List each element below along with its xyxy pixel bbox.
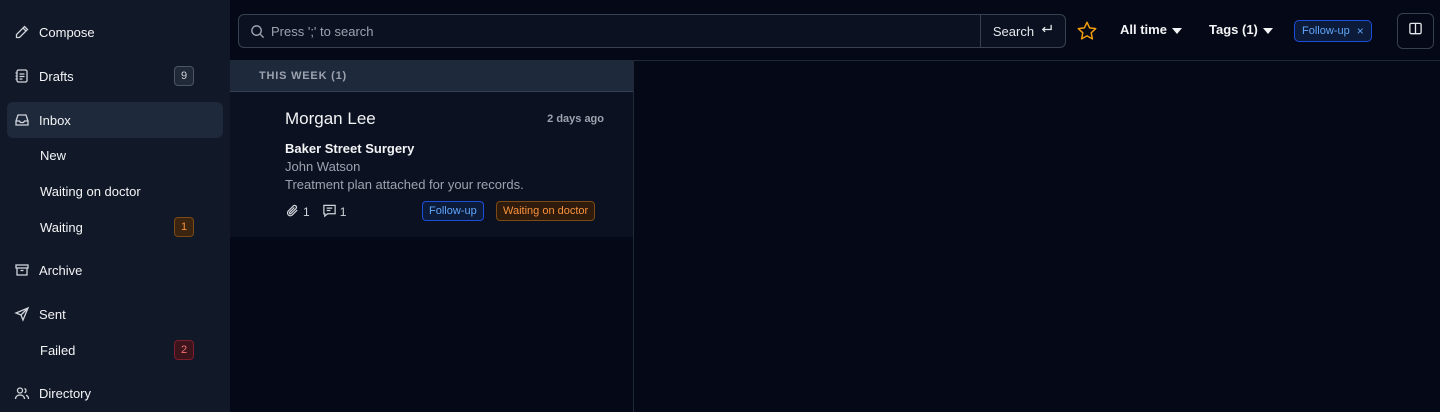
pencil-icon bbox=[14, 24, 30, 40]
sidebar-item-drafts[interactable]: Drafts 9 bbox=[7, 58, 223, 94]
sidebar-item-inbox[interactable]: Inbox bbox=[7, 102, 223, 138]
split-panel-icon bbox=[1408, 21, 1423, 41]
sidebar-item-label: Inbox bbox=[39, 112, 71, 128]
sidebar-item-new[interactable]: New bbox=[7, 137, 223, 173]
message-sender: Morgan Lee bbox=[285, 109, 376, 128]
tag-follow-up: Follow-up bbox=[422, 201, 484, 221]
paperclip-icon bbox=[285, 203, 300, 221]
list-item[interactable]: Morgan Lee 2 days ago Baker Street Surge… bbox=[230, 92, 633, 237]
search-input[interactable] bbox=[271, 15, 971, 47]
message-preview: Treatment plan attached for your records… bbox=[285, 177, 524, 192]
sidebar-item-label: Archive bbox=[39, 262, 83, 278]
search-button[interactable]: Search bbox=[980, 15, 1065, 47]
enter-key-icon bbox=[1040, 23, 1053, 39]
comment-count-value: 1 bbox=[339, 205, 347, 219]
waiting-count-badge: 1 bbox=[174, 217, 194, 237]
sidebar: Compose Drafts 9 Inbox New Waiting on do… bbox=[0, 0, 230, 412]
attachment-count: 1 bbox=[285, 203, 310, 221]
tags-filter-label: Tags (1) bbox=[1209, 22, 1258, 37]
sidebar-item-label: Directory bbox=[39, 385, 92, 401]
star-icon[interactable] bbox=[1076, 20, 1098, 42]
caret-down-icon bbox=[1262, 22, 1273, 37]
sidebar-item-label: Failed bbox=[40, 342, 76, 358]
drafts-icon bbox=[14, 68, 30, 84]
sidebar-item-directory[interactable]: Directory bbox=[7, 375, 223, 411]
sidebar-item-sent[interactable]: Sent bbox=[7, 296, 223, 332]
message-meta: 1 1 bbox=[285, 203, 358, 221]
comment-count: 1 bbox=[322, 203, 347, 221]
sidebar-item-failed[interactable]: Failed 2 bbox=[7, 332, 223, 368]
sidebar-item-waiting-on-doctor[interactable]: Waiting on doctor bbox=[7, 173, 223, 209]
search-box: Search bbox=[238, 14, 1066, 48]
toggle-panel-button[interactable] bbox=[1397, 13, 1434, 49]
sidebar-item-label: Waiting bbox=[40, 219, 83, 235]
archive-icon bbox=[14, 262, 30, 278]
tag-waiting-on-doctor: Waiting on doctor bbox=[496, 201, 596, 221]
drafts-count-badge: 9 bbox=[174, 66, 194, 86]
active-tag-label: Follow-up bbox=[1302, 25, 1350, 37]
sidebar-item-label: Drafts bbox=[39, 68, 74, 84]
group-header: THIS WEEK (1) bbox=[230, 61, 633, 92]
sidebar-item-label: Waiting on doctor bbox=[40, 183, 141, 199]
message-from: John Watson bbox=[285, 159, 361, 174]
remove-tag-icon[interactable]: × bbox=[1357, 24, 1364, 38]
message-subject: Baker Street Surgery bbox=[285, 141, 415, 156]
search-icon bbox=[250, 24, 265, 39]
send-icon bbox=[14, 306, 30, 322]
sidebar-item-label: Sent bbox=[39, 306, 66, 322]
message-time: 2 days ago bbox=[547, 113, 604, 125]
search-button-label: Search bbox=[992, 23, 1035, 39]
failed-count-badge: 2 bbox=[174, 340, 194, 360]
sidebar-item-archive[interactable]: Archive bbox=[7, 252, 223, 288]
inbox-icon bbox=[14, 112, 30, 128]
users-icon bbox=[14, 385, 30, 401]
message-list: THIS WEEK (1) Morgan Lee 2 days ago Bake… bbox=[230, 61, 634, 412]
sidebar-item-compose[interactable]: Compose bbox=[7, 14, 223, 50]
active-tag-chip: Follow-up × bbox=[1294, 20, 1372, 42]
sidebar-item-label: Compose bbox=[39, 24, 95, 40]
tags-filter-dropdown[interactable]: Tags (1) bbox=[1209, 22, 1273, 37]
sidebar-item-label: New bbox=[40, 147, 67, 163]
comment-icon bbox=[322, 203, 337, 221]
time-filter-dropdown[interactable]: All time bbox=[1120, 22, 1182, 37]
attachment-count-value: 1 bbox=[303, 205, 310, 219]
sidebar-item-waiting[interactable]: Waiting 1 bbox=[7, 209, 223, 245]
caret-down-icon bbox=[1171, 22, 1182, 37]
reading-pane bbox=[634, 61, 1440, 412]
topbar: Search All time Tags (1) Follow-up × bbox=[230, 0, 1440, 61]
time-filter-label: All time bbox=[1120, 22, 1167, 37]
